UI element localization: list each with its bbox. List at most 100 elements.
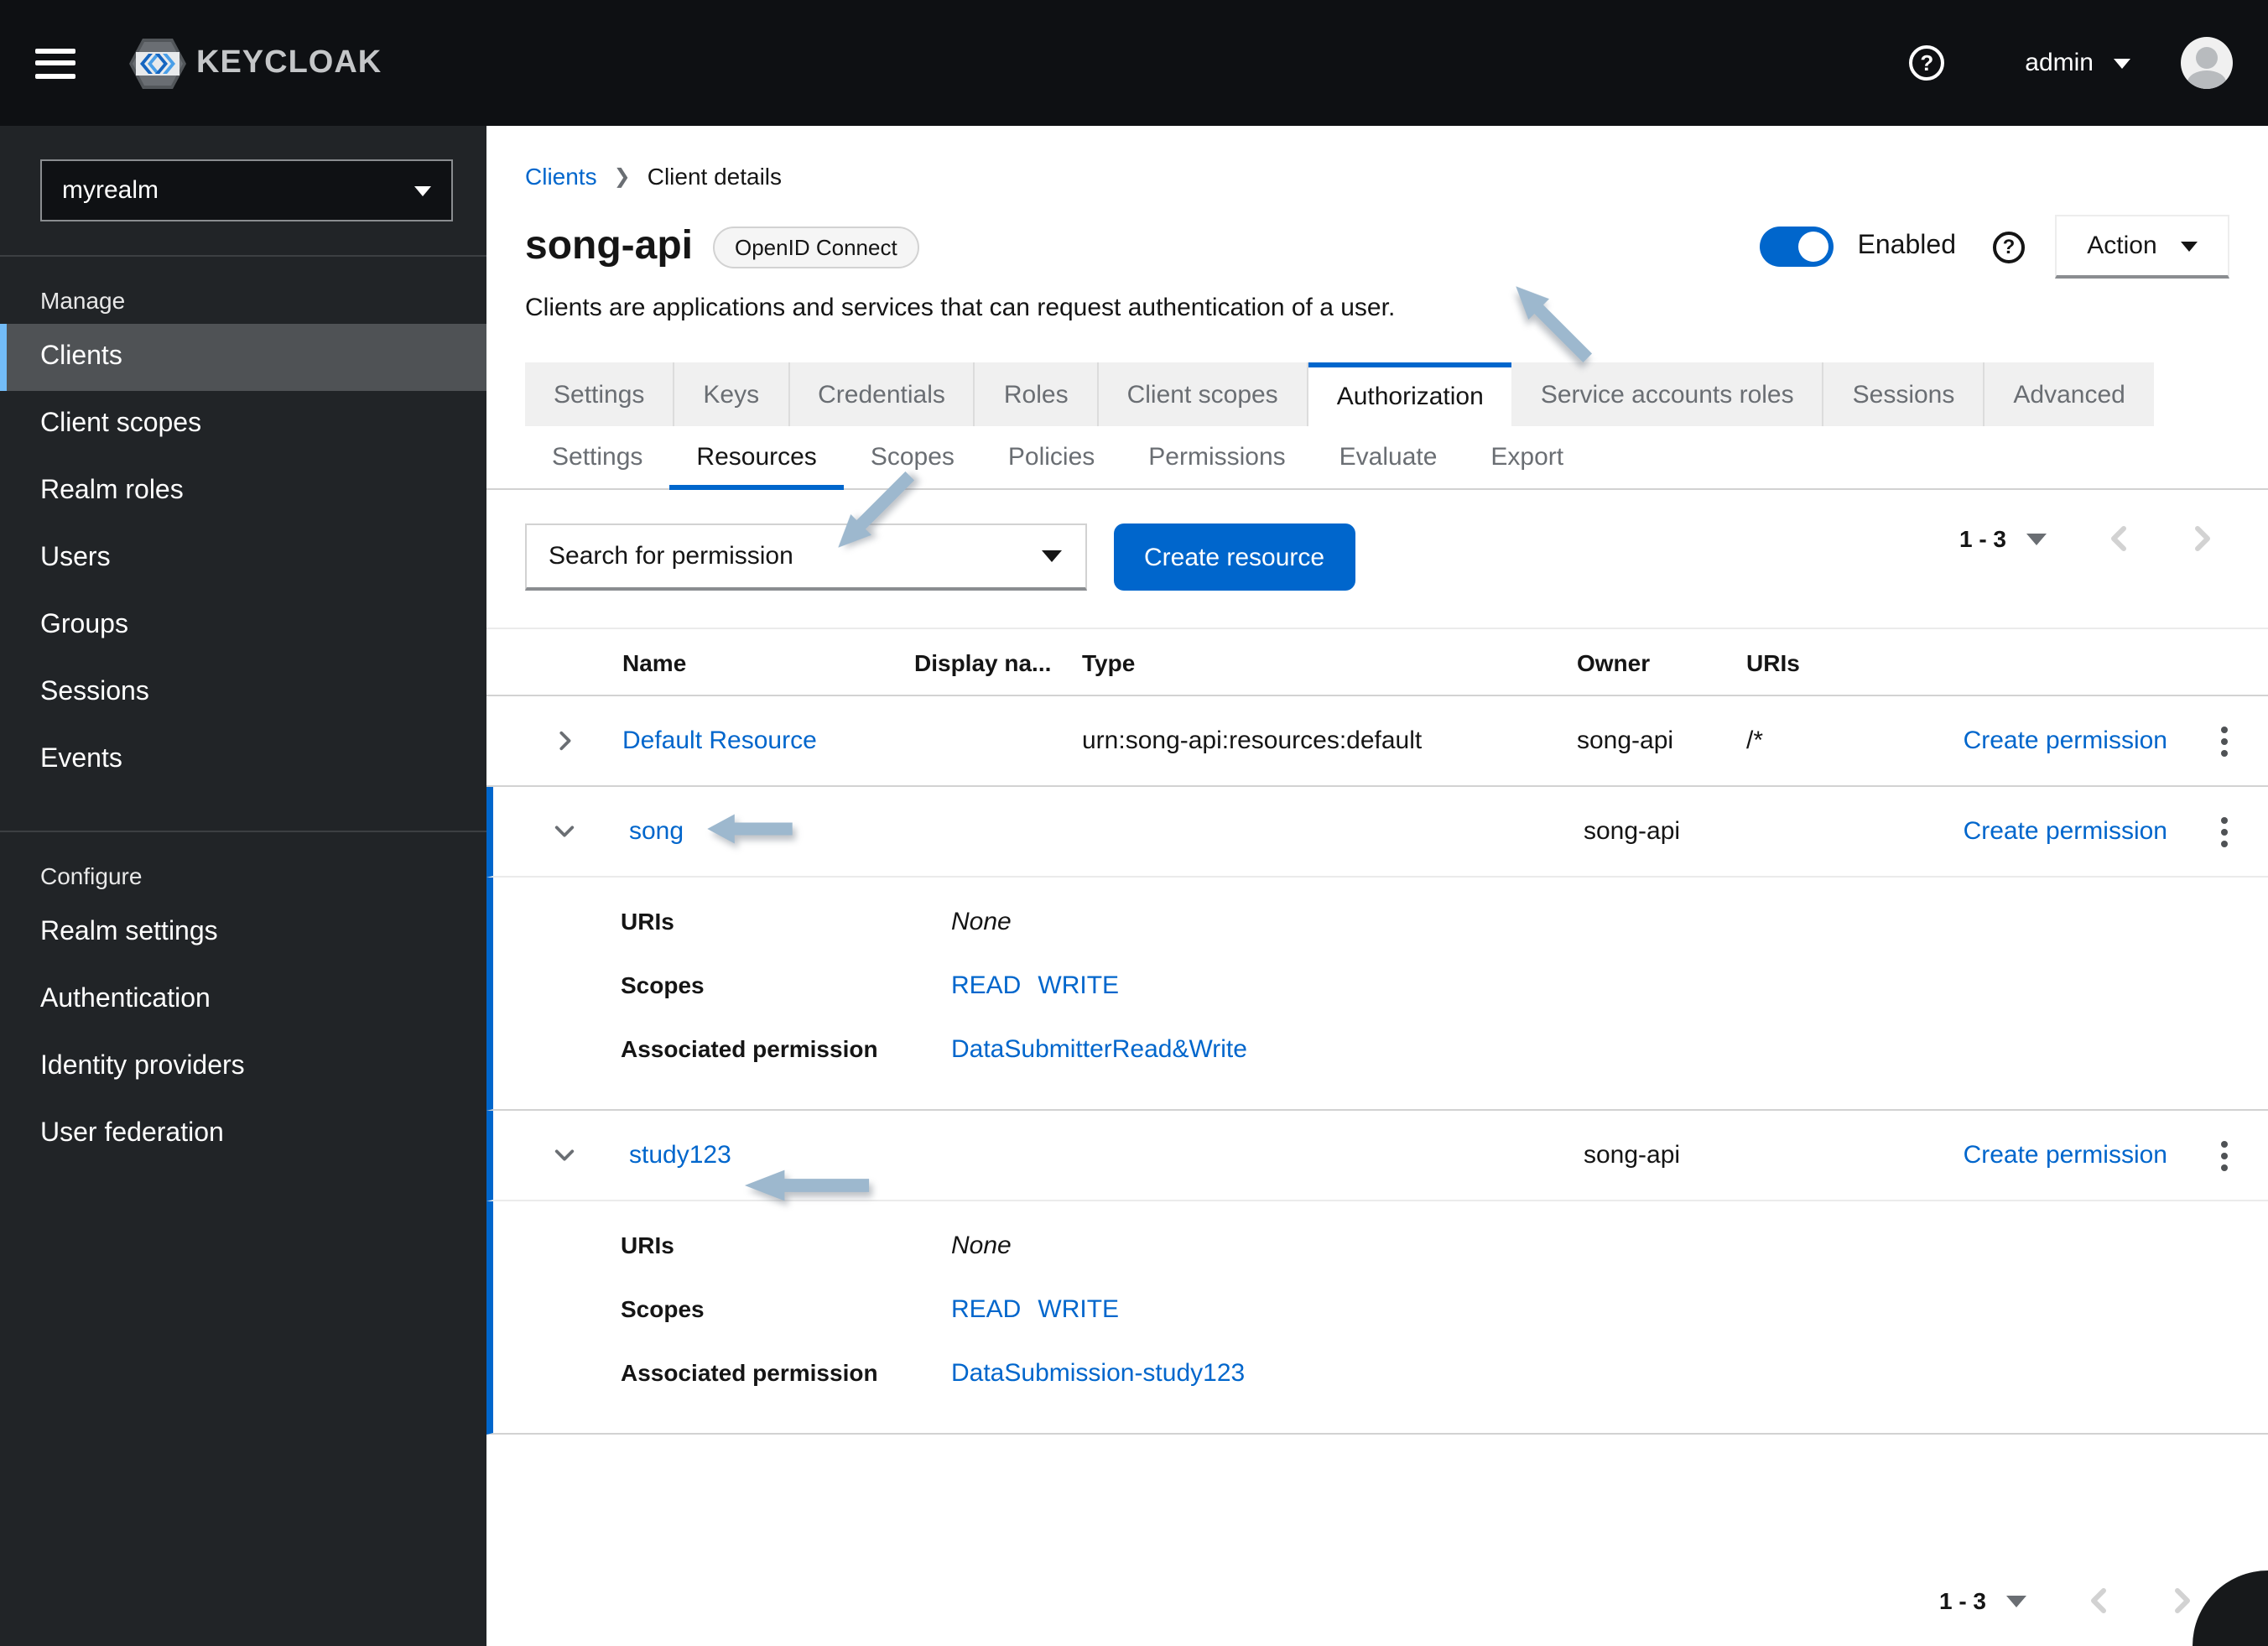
subtab-policies[interactable]: Policies	[981, 426, 1121, 488]
cell-owner: song-api	[1584, 817, 1681, 846]
next-page-icon[interactable]	[2171, 1586, 2194, 1616]
uris-label: URIs	[621, 908, 674, 935]
annotation-arrow-song-icon	[706, 812, 793, 846]
enabled-toggle[interactable]	[1760, 227, 1834, 267]
sidebar-item-user-federation[interactable]: User federation	[0, 1101, 486, 1168]
sidebar-item-identity-providers[interactable]: Identity providers	[0, 1034, 486, 1101]
create-permission-link[interactable]: Create permission	[1964, 727, 2181, 755]
prev-page-icon[interactable]	[2107, 523, 2130, 554]
sidebar-item-groups[interactable]: Groups	[0, 592, 486, 659]
pagination-options-icon[interactable]	[2006, 1595, 2026, 1607]
create-permission-link[interactable]: Create permission	[1964, 1141, 2181, 1169]
sidebar-item-authentication[interactable]: Authentication	[0, 966, 486, 1034]
associated-permission-label: Associated permission	[621, 1035, 878, 1062]
protocol-badge: OpenID Connect	[713, 226, 919, 268]
authorization-subtabs: Settings Resources Scopes Policies Permi…	[486, 426, 2268, 490]
client-description: Clients are applications and services th…	[525, 294, 1396, 322]
search-input[interactable]	[527, 542, 1042, 570]
scope-link-write[interactable]: WRITE	[1038, 1295, 1119, 1324]
breadcrumb: Clients ❯ Client details	[486, 126, 2268, 190]
user-menu[interactable]: admin	[2025, 49, 2130, 77]
tab-settings[interactable]: Settings	[525, 362, 675, 426]
nav-section-manage: Manage	[40, 287, 126, 314]
expand-row-icon[interactable]	[554, 730, 575, 752]
next-page-icon[interactable]	[2191, 523, 2214, 554]
sidebar-item-clients[interactable]: Clients	[0, 324, 486, 391]
collapse-row-icon[interactable]	[554, 1144, 575, 1166]
sidebar-item-realm-settings[interactable]: Realm settings	[0, 899, 486, 966]
chevron-down-icon	[1042, 550, 1062, 562]
sidebar-item-sessions[interactable]: Sessions	[0, 659, 486, 727]
expanded-details-study123: URIs None Scopes READ WRITE Associated p…	[486, 1201, 2268, 1435]
subtab-export[interactable]: Export	[1464, 426, 1590, 488]
subtab-settings[interactable]: Settings	[525, 426, 669, 488]
tab-roles[interactable]: Roles	[975, 362, 1099, 426]
scope-link-write[interactable]: WRITE	[1038, 971, 1119, 1000]
detail-scopes: Scopes READ WRITE	[621, 1295, 2268, 1324]
tab-service-accounts-roles[interactable]: Service accounts roles	[1511, 362, 1824, 426]
breadcrumb-clients-link[interactable]: Clients	[525, 163, 597, 190]
uris-label: URIs	[621, 1232, 674, 1258]
associated-permission-link[interactable]: DataSubmission-study123	[951, 1359, 1245, 1388]
pagination-bottom: 1 - 3	[1939, 1586, 2194, 1616]
create-resource-button[interactable]: Create resource	[1114, 523, 1355, 591]
subtab-resources[interactable]: Resources	[669, 426, 844, 490]
table-row: Default Resource urn:song-api:resources:…	[486, 696, 2268, 787]
scope-link-read[interactable]: READ	[951, 971, 1021, 1000]
subtab-evaluate[interactable]: Evaluate	[1313, 426, 1464, 488]
main-content: Clients ❯ Client details song-api OpenID…	[486, 126, 2268, 1646]
sidebar-item-realm-roles[interactable]: Realm roles	[0, 458, 486, 525]
sidebar-item-client-scopes[interactable]: Client scopes	[0, 391, 486, 458]
kebab-menu-icon[interactable]	[2221, 1140, 2228, 1170]
annotation-arrow-study123-icon	[743, 1168, 871, 1203]
masthead: KEYCLOAK ? admin	[0, 0, 2268, 126]
associated-permission-link[interactable]: DataSubmitterRead&Write	[951, 1035, 1247, 1064]
pagination-range: 1 - 3	[1958, 525, 2006, 552]
pagination-range: 1 - 3	[1938, 1587, 1986, 1614]
col-uris: URIs	[1746, 649, 1800, 675]
table-header-row: Name Display na... Type Owner URIs	[486, 629, 2268, 696]
realm-selector[interactable]: myrealm	[40, 159, 453, 221]
resources-toolbar: Create resource 1 - 3	[525, 523, 2229, 591]
help-icon[interactable]: ?	[1909, 45, 1945, 81]
tab-client-scopes[interactable]: Client scopes	[1098, 362, 1308, 426]
expanded-details-song: URIs None Scopes READ WRITE Associated p…	[486, 878, 2268, 1111]
breadcrumb-current: Client details	[647, 163, 783, 190]
uris-value: None	[951, 908, 1012, 936]
realm-selector-wrap: myrealm	[0, 126, 486, 257]
pagination-top: 1 - 3	[1959, 523, 2214, 554]
title-controls: Enabled ? Action	[1760, 215, 2229, 279]
action-dropdown[interactable]: Action	[2055, 215, 2229, 279]
subtab-permissions[interactable]: Permissions	[1121, 426, 1312, 488]
tab-keys[interactable]: Keys	[674, 362, 790, 426]
detail-scopes: Scopes READ WRITE	[621, 971, 2268, 1000]
keycloak-admin-console: KEYCLOAK ? admin myrealm Manage Clients …	[0, 0, 2268, 1646]
pagination-options-icon[interactable]	[2026, 533, 2047, 544]
scope-link-read[interactable]: READ	[951, 1295, 1021, 1324]
prev-page-icon[interactable]	[2087, 1586, 2110, 1616]
tab-sessions[interactable]: Sessions	[1823, 362, 1985, 426]
sidebar-item-users[interactable]: Users	[0, 525, 486, 592]
kebab-menu-icon[interactable]	[2221, 726, 2228, 756]
title-row: song-api OpenID Connect Enabled ? Action	[525, 215, 2229, 279]
tab-authorization[interactable]: Authorization	[1308, 362, 1512, 426]
resource-link-default[interactable]: Default Resource	[622, 727, 914, 755]
collapse-row-icon[interactable]	[554, 820, 575, 842]
help-icon[interactable]: ?	[1993, 231, 2025, 263]
kebab-menu-icon[interactable]	[2221, 816, 2228, 846]
search-permission-select[interactable]	[525, 523, 1087, 591]
tab-advanced[interactable]: Advanced	[1984, 362, 2154, 426]
create-permission-link[interactable]: Create permission	[1964, 817, 2181, 846]
col-owner: Owner	[1577, 649, 1651, 675]
avatar[interactable]	[2181, 37, 2233, 89]
nav-toggle-icon[interactable]	[35, 48, 75, 78]
sidebar-item-events[interactable]: Events	[0, 727, 486, 794]
keycloak-logo-icon	[129, 38, 186, 88]
chevron-down-icon	[2114, 58, 2130, 68]
col-display-name: Display na...	[914, 649, 1052, 675]
tab-credentials[interactable]: Credentials	[789, 362, 975, 426]
resources-table: Name Display na... Type Owner URIs Defau…	[486, 628, 2268, 1435]
cell-owner: song-api	[1584, 1141, 1681, 1169]
resource-link-study123[interactable]: study123	[629, 1141, 921, 1169]
nav-section-configure: Configure	[40, 862, 143, 889]
